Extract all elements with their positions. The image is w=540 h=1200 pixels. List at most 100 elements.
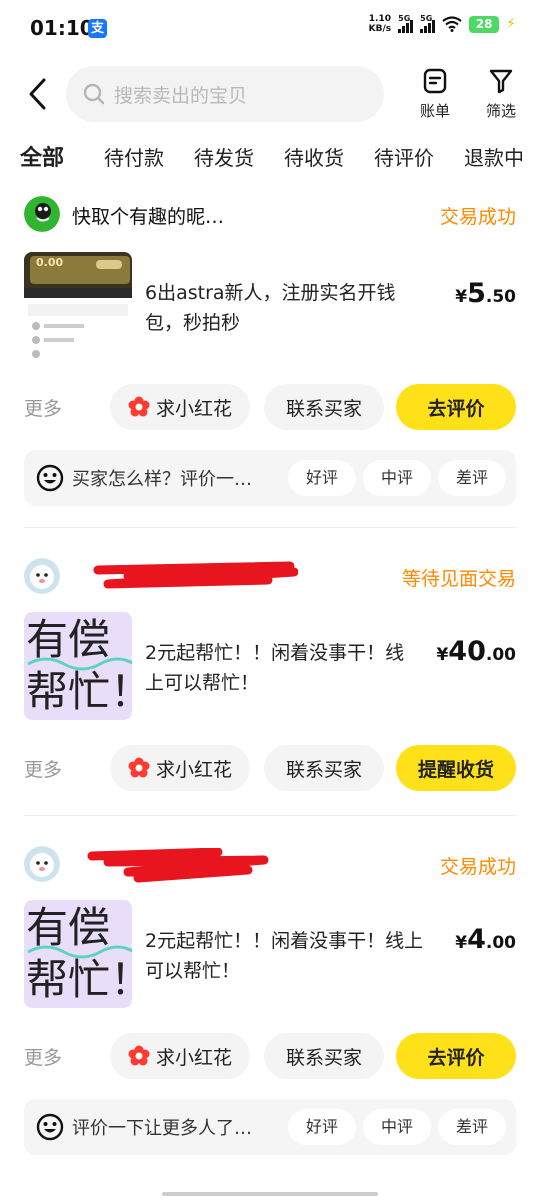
- more-button[interactable]: 更多: [24, 1043, 62, 1070]
- product-thumbnail[interactable]: 0.00: [24, 252, 132, 360]
- order-card[interactable]: 交易成功 有偿 帮忙！ 2元起帮忙！！闲着没事干！线上可以帮忙！ ¥4.00 更…: [0, 846, 540, 1176]
- price-currency: ¥: [455, 287, 468, 307]
- good-review-button[interactable]: 好评: [288, 460, 356, 496]
- redaction-scribble: [93, 561, 298, 589]
- network-speed-unit: KB/s: [368, 24, 392, 34]
- home-indicator[interactable]: [162, 1192, 378, 1196]
- tab-pending-shipment[interactable]: 待发货: [194, 142, 254, 171]
- order-price: ¥40.00: [436, 636, 516, 667]
- ask-flower-label: 求小红花: [155, 397, 232, 420]
- price-currency: ¥: [436, 645, 449, 665]
- divider: [24, 527, 516, 528]
- status-indicators: 1.10 KB/s 5G 5G 28 ⚡: [369, 14, 516, 34]
- bad-review-button[interactable]: 差评: [438, 460, 506, 496]
- avatar[interactable]: [24, 846, 60, 882]
- network-speed: 1.10 KB/s: [369, 14, 391, 34]
- search-input[interactable]: 搜索卖出的宝贝: [66, 66, 384, 122]
- red-flower-icon: [128, 396, 150, 417]
- sim2-label: 5G: [420, 14, 433, 23]
- order-status: 交易成功: [439, 856, 516, 878]
- ask-flower-label: 求小红花: [155, 758, 232, 781]
- smiley-icon: [36, 1113, 64, 1141]
- avatar[interactable]: [24, 558, 60, 594]
- bill-label: 账单: [419, 102, 450, 120]
- top-header: 搜索卖出的宝贝 账单 筛选: [0, 62, 540, 126]
- order-status: 交易成功: [439, 206, 516, 228]
- contact-buyer-button[interactable]: 联系买家: [264, 1033, 384, 1079]
- product-title[interactable]: 2元起帮忙！！闲着没事干！线上可以帮忙！: [145, 638, 405, 698]
- tab-pending-payment[interactable]: 待付款: [104, 142, 164, 171]
- contact-buyer-button[interactable]: 联系买家: [264, 745, 384, 791]
- quick-review-bar: 评价一下让更多人了… 好评 中评 差评: [24, 1099, 516, 1155]
- network-speed-value: 1.10: [368, 14, 392, 24]
- price-decimal: .50: [485, 287, 516, 307]
- remind-receipt-button[interactable]: 提醒收货: [396, 745, 516, 791]
- product-title[interactable]: 6出astra新人，注册实名开钱包，秒拍秒: [145, 278, 425, 338]
- search-placeholder: 搜索卖出的宝贝: [114, 84, 248, 107]
- sim1-label: 5G: [398, 14, 411, 23]
- filter-icon: [489, 69, 513, 94]
- thumbnail-text-line1: 有偿: [26, 615, 111, 664]
- product-thumbnail[interactable]: 有偿 帮忙！: [24, 900, 132, 1008]
- status-bar: 01:10 支 1.10 KB/s 5G 5G 28 ⚡: [0, 0, 540, 58]
- order-header: 交易成功: [24, 846, 516, 883]
- review-prompt: 评价一下让更多人了…: [72, 1118, 252, 1139]
- signal-5g-icon: 5G: [420, 14, 436, 33]
- thumbnail-price: 0.00: [36, 256, 64, 269]
- order-actions: 更多 求小红花 联系买家 提醒收货: [24, 745, 516, 791]
- tab-refunding[interactable]: 退款中: [464, 142, 524, 171]
- product-title[interactable]: 2元起帮忙！！闲着没事干！线上可以帮忙！: [145, 926, 435, 986]
- red-flower-icon: [128, 757, 150, 778]
- review-button[interactable]: 去评价: [396, 1033, 516, 1079]
- contact-buyer-button[interactable]: 联系买家: [264, 384, 384, 430]
- order-card[interactable]: 等待见面交易 有偿 帮忙！ 2元起帮忙！！闲着没事干！线上可以帮忙！ ¥40.0…: [0, 558, 540, 798]
- price-integer: 40: [448, 636, 486, 667]
- back-arrow-icon[interactable]: [24, 76, 54, 112]
- order-card[interactable]: 快取个有趣的昵… 交易成功 0.00 6出astra新人，注册实名开钱包，秒拍秒…: [0, 196, 540, 516]
- neutral-review-button[interactable]: 中评: [363, 460, 431, 496]
- order-price: ¥5.50: [455, 278, 516, 309]
- quick-review-bar: 买家怎么样？评价一… 好评 中评 差评: [24, 450, 516, 506]
- ask-flower-label: 求小红花: [155, 1046, 232, 1069]
- ask-flower-button[interactable]: 求小红花: [110, 745, 250, 791]
- ask-flower-button[interactable]: 求小红花: [110, 384, 250, 430]
- price-decimal: .00: [485, 645, 516, 665]
- status-time: 01:10: [30, 16, 94, 40]
- review-button[interactable]: 去评价: [396, 384, 516, 430]
- tab-all[interactable]: 全部: [20, 140, 64, 172]
- filter-label: 筛选: [485, 102, 516, 120]
- bill-icon: [423, 68, 447, 94]
- alipay-notification-icon: 支: [88, 19, 107, 38]
- bad-review-button[interactable]: 差评: [438, 1109, 506, 1145]
- order-header: 快取个有趣的昵… 交易成功: [24, 196, 516, 232]
- order-status-tabs: 全部 待付款 待发货 待收货 待评价 退款中: [0, 138, 540, 178]
- avatar[interactable]: [24, 196, 60, 232]
- good-review-button[interactable]: 好评: [288, 1109, 356, 1145]
- wifi-icon: [442, 16, 462, 32]
- charging-bolt-icon: ⚡: [506, 16, 516, 32]
- tab-pending-receipt[interactable]: 待收货: [284, 142, 344, 171]
- bill-button[interactable]: 账单: [410, 68, 460, 121]
- thumbnail-text-line2: 帮忙！: [26, 667, 132, 716]
- price-integer: 5: [467, 278, 486, 309]
- product-thumbnail[interactable]: 有偿 帮忙！: [24, 612, 132, 720]
- order-status: 等待见面交易: [401, 568, 516, 590]
- more-button[interactable]: 更多: [24, 394, 62, 421]
- neutral-review-button[interactable]: 中评: [363, 1109, 431, 1145]
- smiley-icon: [36, 464, 64, 492]
- redaction-scribble: [87, 848, 269, 883]
- buyer-name[interactable]: 快取个有趣的昵…: [72, 202, 224, 229]
- review-prompt: 买家怎么样？评价一…: [72, 469, 252, 490]
- order-price: ¥4.00: [455, 924, 516, 955]
- filter-button[interactable]: 筛选: [476, 68, 526, 121]
- more-button[interactable]: 更多: [24, 755, 62, 782]
- signal-5g-icon: 5G: [398, 14, 414, 33]
- ask-flower-button[interactable]: 求小红花: [110, 1033, 250, 1079]
- thumbnail-text-line1: 有偿: [26, 903, 111, 952]
- price-currency: ¥: [455, 933, 468, 953]
- tab-pending-review[interactable]: 待评价: [374, 142, 434, 171]
- divider: [24, 815, 516, 816]
- order-actions: 更多 求小红花 联系买家 去评价: [24, 384, 516, 430]
- price-decimal: .00: [485, 933, 516, 953]
- price-integer: 4: [467, 924, 486, 955]
